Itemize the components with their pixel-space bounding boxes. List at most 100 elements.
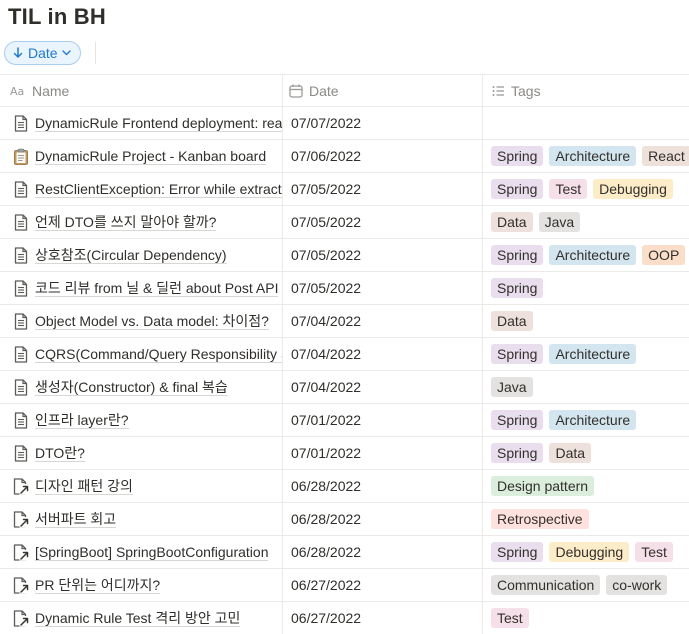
table-row[interactable]: RestClientException: Error while extract… [0,173,689,206]
date-cell: 07/07/2022 [291,115,362,131]
tag-pill: Spring [491,542,544,562]
column-header-name[interactable]: Aa Name [10,75,69,106]
page-icon [12,411,30,429]
tags-cell[interactable]: Spring Architecture OOP [491,239,689,271]
table-row[interactable]: 생성자(Constructor) & final 복습 07/04/2022 J… [0,371,689,404]
page-icon [12,213,30,231]
table-row[interactable]: Object Model vs. Data model: 차이점? 07/04/… [0,305,689,338]
table-row[interactable]: DynamicRule Project - Kanban board 07/06… [0,140,689,173]
row-title[interactable]: 인프라 layer란? [35,412,129,429]
tags-cell[interactable]: Retrospective [491,503,689,535]
tag-pill: Debugging [593,179,673,199]
table-row[interactable]: 언제 DTO를 쓰지 말아야 할까? 07/05/2022 Data Java [0,206,689,239]
tags-cell[interactable]: Spring Architecture [491,404,689,436]
tags-cell[interactable]: Spring Test Debugging [491,173,689,205]
tag-pill: Test [491,608,529,628]
name-cell[interactable]: 언제 DTO를 쓰지 말아야 할까? [0,206,282,238]
sort-date-button[interactable]: Date [4,41,81,65]
name-cell[interactable]: DynamicRule Project - Kanban board [0,140,282,172]
row-title[interactable]: Object Model vs. Data model: 차이점? [35,313,269,330]
column-header-tags[interactable]: Tags [492,75,541,106]
page-link-icon [12,543,30,561]
date-cell: 07/05/2022 [291,214,362,230]
name-cell[interactable]: 디자인 패턴 강의 [0,470,282,502]
date-cell: 06/28/2022 [291,511,362,527]
name-cell[interactable]: 코드 리뷰 from 닐 & 딜런 about Post API [0,272,282,304]
row-title[interactable]: 생성자(Constructor) & final 복습 [35,379,228,396]
table-row[interactable]: [SpringBoot] SpringBootConfiguration 06/… [0,536,689,569]
tag-pill: Communication [491,575,601,595]
table-row[interactable]: DynamicRule Frontend deployment: react 0… [0,107,689,140]
name-cell[interactable]: DynamicRule Frontend deployment: react [0,107,282,139]
row-title[interactable]: 코드 리뷰 from 닐 & 딜런 about Post API [35,280,279,297]
name-cell[interactable]: DTO란? [0,437,282,469]
page-link-icon [12,477,30,495]
name-cell[interactable]: Dynamic Rule Test 격리 방안 고민 [0,602,282,634]
row-title[interactable]: 상호참조(Circular Dependency) [35,247,227,264]
date-cell: 07/05/2022 [291,280,362,296]
row-title[interactable]: Dynamic Rule Test 격리 방안 고민 [35,610,241,627]
row-title[interactable]: DynamicRule Project - Kanban board [35,148,267,165]
table-row[interactable]: Dynamic Rule Test 격리 방안 고민 06/27/2022 Te… [0,602,689,634]
page-title: TIL in BH [8,4,106,29]
list-icon [492,85,504,96]
tag-pill: Spring [491,146,544,166]
tags-cell[interactable]: Spring Debugging Test [491,536,689,568]
page-icon [12,312,30,330]
date-cell: 07/01/2022 [291,412,362,428]
name-cell[interactable]: 상호참조(Circular Dependency) [0,239,282,271]
tag-pill: Data [491,311,533,331]
name-cell[interactable]: RestClientException: Error while extract… [0,173,282,205]
row-title[interactable]: RestClientException: Error while extract… [35,181,282,198]
tags-cell[interactable]: Data [491,305,689,337]
column-tags-label: Tags [511,82,541,99]
tags-cell[interactable]: Spring [491,272,689,304]
column-header-date[interactable]: Date [289,75,339,106]
tags-cell[interactable]: Communication co-work [491,569,689,601]
page-icon [12,279,30,297]
tags-cell[interactable]: Test [491,602,689,634]
tags-cell[interactable]: Spring Data [491,437,689,469]
tag-pill: Spring [491,443,544,463]
tag-pill: Retrospective [491,509,589,529]
tag-pill: Spring [491,179,544,199]
table-row[interactable]: 서버파트 회고 06/28/2022 Retrospective [0,503,689,536]
tags-cell[interactable]: Spring Architecture React [491,140,689,172]
name-cell[interactable]: 인프라 layer란? [0,404,282,436]
arrow-down-icon [13,47,23,58]
table-row[interactable]: 인프라 layer란? 07/01/2022 Spring Architectur… [0,404,689,437]
table-row[interactable]: 디자인 패턴 강의 06/28/2022 Design pattern [0,470,689,503]
page-link-icon [12,609,30,627]
tags-cell[interactable]: Spring Architecture [491,338,689,370]
name-cell[interactable]: 생성자(Constructor) & final 복습 [0,371,282,403]
tag-pill: Debugging [549,542,630,562]
row-title[interactable]: 서버파트 회고 [35,511,117,528]
tags-cell[interactable]: Data Java [491,206,689,238]
table-row[interactable]: DTO란? 07/01/2022 Spring Data [0,437,689,470]
date-cell: 06/28/2022 [291,544,362,560]
name-cell[interactable]: Object Model vs. Data model: 차이점? [0,305,282,337]
row-title[interactable]: 언제 DTO를 쓰지 말아야 할까? [35,214,217,231]
date-cell: 07/04/2022 [291,379,362,395]
row-title[interactable]: DynamicRule Frontend deployment: react [35,115,282,132]
column-name-label: Name [32,82,70,99]
tags-cell[interactable]: Design pattern [491,470,689,502]
table-row[interactable]: CQRS(Command/Query Responsibility Segreg… [0,338,689,371]
tags-cell[interactable] [491,107,689,139]
table-row[interactable]: 코드 리뷰 from 닐 & 딜런 about Post API 07/05/2… [0,272,689,305]
table-row[interactable]: 상호참조(Circular Dependency) 07/05/2022 Spr… [0,239,689,272]
tags-cell[interactable]: Java [491,371,689,403]
name-cell[interactable]: [SpringBoot] SpringBootConfiguration [0,536,282,568]
row-title[interactable]: CQRS(Command/Query Responsibility Segreg… [35,346,282,363]
table-header: Aa Name Date Tags [0,74,689,107]
name-cell[interactable]: 서버파트 회고 [0,503,282,535]
row-title[interactable]: [SpringBoot] SpringBootConfiguration [35,544,269,561]
date-cell: 06/28/2022 [291,478,362,494]
tag-pill: Spring [491,344,544,364]
name-cell[interactable]: CQRS(Command/Query Responsibility Segreg… [0,338,282,370]
name-cell[interactable]: PR 단위는 어디까지? [0,569,282,601]
row-title[interactable]: DTO란? [35,445,85,462]
table-row[interactable]: PR 단위는 어디까지? 06/27/2022 Communication co-… [0,569,689,602]
row-title[interactable]: 디자인 패턴 강의 [35,478,133,495]
row-title[interactable]: PR 단위는 어디까지? [35,577,161,594]
